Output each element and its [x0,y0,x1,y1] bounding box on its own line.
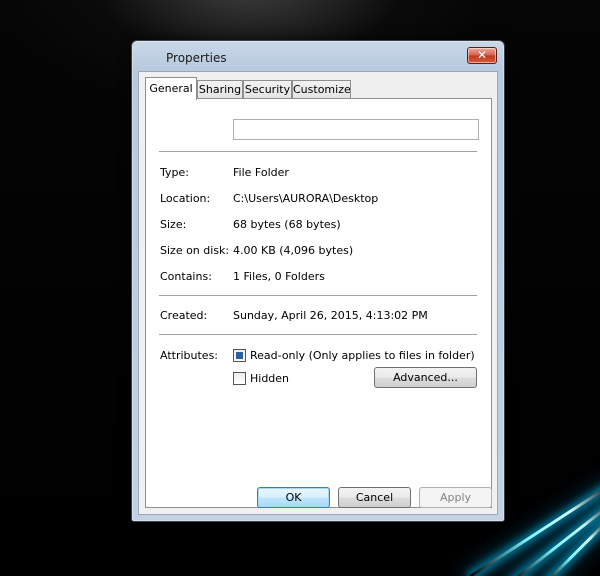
window-title: Properties [166,51,227,65]
size-on-disk-label: Size on disk: [160,244,230,257]
location-label: Location: [160,192,211,205]
dialog-client-area: General Sharing Security Customize Type:… [138,71,498,515]
apply-button[interactable]: Apply [419,487,492,508]
readonly-checkbox-label[interactable]: Read-only (Only applies to files in fold… [250,349,475,362]
title-bar[interactable]: Properties ✕ [132,41,504,71]
cancel-button[interactable]: Cancel [338,487,411,508]
tab-sharing[interactable]: Sharing [197,80,243,99]
properties-window: Properties ✕ General Sharing Security Cu… [131,40,505,522]
advanced-button[interactable]: Advanced... [374,367,477,388]
size-value: 68 bytes (68 bytes) [233,218,341,231]
close-icon: ✕ [476,48,488,62]
contains-label: Contains: [160,270,212,283]
created-value: Sunday, April 26, 2015, 4:13:02 PM [233,309,428,322]
separator [159,295,477,296]
ok-button[interactable]: OK [257,487,330,508]
separator [159,151,477,152]
size-on-disk-value: 4.00 KB (4,096 bytes) [233,244,354,257]
size-label: Size: [160,218,187,231]
readonly-checkbox[interactable] [233,349,246,362]
tab-security[interactable]: Security [243,80,292,99]
close-button[interactable]: ✕ [467,47,497,64]
type-value: File Folder [233,166,289,179]
attributes-label: Attributes: [160,349,219,362]
contains-value: 1 Files, 0 Folders [233,270,325,283]
tab-customize[interactable]: Customize [292,80,351,99]
tab-general[interactable]: General [145,77,197,100]
separator [159,334,477,335]
location-value: C:\Users\AURORA\Desktop [233,192,379,205]
folder-name-input[interactable] [233,119,479,140]
created-label: Created: [160,309,208,322]
general-tab-panel: Type: File Folder Location: C:\Users\AUR… [145,98,492,508]
hidden-checkbox-label[interactable]: Hidden [250,372,289,385]
hidden-checkbox[interactable] [233,372,246,385]
type-label: Type: [160,166,189,179]
